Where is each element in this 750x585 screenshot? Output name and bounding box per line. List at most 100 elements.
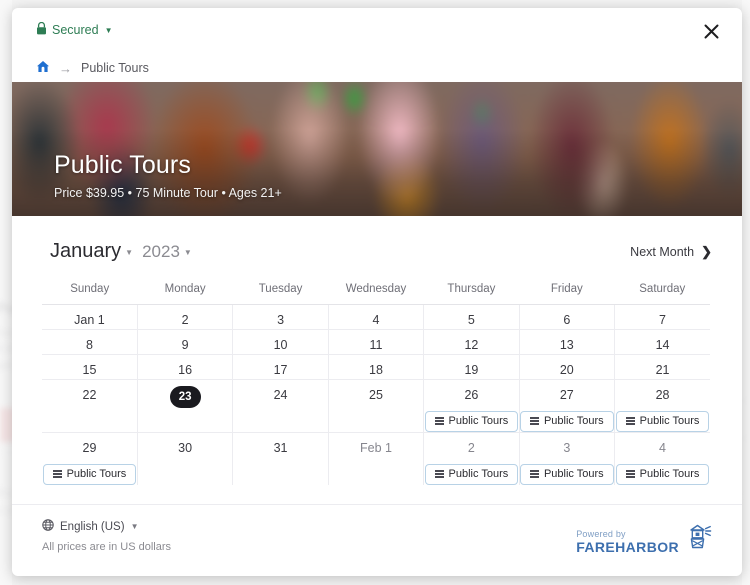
calendar-day-cell[interactable]: 22 [42, 379, 138, 433]
breadcrumb: → Public Tours [36, 60, 149, 76]
calendar-day-cell[interactable]: 23 [137, 379, 234, 433]
calendar-day-cell[interactable]: 25 [328, 379, 425, 433]
breadcrumb-separator: → [59, 60, 72, 76]
calendar-day-cell[interactable]: 14 [614, 329, 710, 355]
weekday-header: Sunday [42, 277, 138, 305]
modal-topbar: Secured ▼ [12, 8, 742, 54]
chevron-down-icon: ▼ [130, 522, 139, 531]
calendar-day-number: 12 [464, 338, 479, 352]
calendar-day-number: 19 [464, 363, 479, 377]
powered-by-fareharbor[interactable]: Powered by FAREHARBOR [576, 523, 712, 555]
weekday-header: Friday [519, 277, 615, 305]
calendar-week-row: 15 16 17 18 19 20 21 [42, 354, 710, 380]
calendar-day-cell[interactable]: 17 [232, 354, 329, 380]
close-button[interactable] [698, 18, 724, 44]
calendar-day-cell[interactable]: 5 [423, 304, 520, 330]
calendar-day-cell[interactable]: 3 Public Tours [519, 432, 616, 485]
calendar-day-cell[interactable]: 30 [137, 432, 234, 485]
calendar-day-number: 20 [559, 363, 574, 377]
calendar-day-cell[interactable]: 16 [137, 354, 234, 380]
modal-footer: English (US) ▼ All prices are in US doll… [12, 504, 742, 576]
calendar-grid: Sunday Monday Tuesday Wednesday Thursday Frid… [42, 277, 710, 485]
secured-label: Secured [52, 23, 99, 37]
calendar-day-cell[interactable]: 20 [519, 354, 616, 380]
list-lines-icon [529, 470, 539, 478]
calendar-day-cell[interactable]: 6 [519, 304, 616, 330]
calendar-day-number: 2 [181, 313, 189, 327]
month-year-selectors: January ▼ 2023 ▼ [50, 240, 192, 263]
availability-slot-button[interactable]: Public Tours [519, 411, 614, 432]
booking-modal: Secured ▼ → Public Tours Public Tours Pr… [12, 8, 742, 576]
month-picker[interactable]: January ▼ [50, 240, 133, 263]
calendar-day-number: 4 [659, 441, 666, 455]
calendar-day-cell[interactable]: 24 [232, 379, 329, 433]
weekday-header: Saturday [614, 277, 710, 305]
calendar-day-number: 10 [273, 338, 288, 352]
availability-slot-button[interactable]: Public Tours [424, 411, 519, 432]
calendar-day-number: 24 [273, 388, 288, 402]
calendar-day-cell[interactable]: 26 Public Tours [423, 379, 520, 433]
calendar-day-number: 2 [467, 441, 475, 455]
calendar-day-number: 3 [563, 441, 571, 455]
calendar-day-cell[interactable]: 9 [137, 329, 234, 355]
calendar-day-cell[interactable]: 11 [328, 329, 425, 355]
calendar-day-number: 30 [178, 441, 193, 455]
calendar-day-cell[interactable]: 29 Public Tours [42, 432, 138, 485]
calendar-day-cell[interactable]: 12 [423, 329, 520, 355]
secured-indicator[interactable]: Secured ▼ [36, 21, 113, 38]
breadcrumb-current[interactable]: Public Tours [81, 61, 149, 75]
calendar-day-cell[interactable]: 2 Public Tours [423, 432, 520, 485]
calendar-day-number: 5 [467, 313, 475, 327]
calendar: January ▼ 2023 ▼ Next Month ❯ Sunday Mond… [12, 216, 742, 485]
calendar-day-number: 15 [82, 363, 97, 377]
next-month-button[interactable]: Next Month ❯ [630, 244, 712, 260]
availability-slot-button[interactable]: Public Tours [615, 464, 710, 485]
calendar-day-cell[interactable]: 28 Public Tours [614, 379, 710, 433]
calendar-day-number: 9 [181, 338, 189, 352]
language-selector[interactable]: English (US) ▼ [42, 519, 138, 534]
globe-icon [42, 519, 54, 534]
list-lines-icon [434, 417, 444, 425]
calendar-day-cell[interactable]: 19 [423, 354, 520, 380]
home-icon[interactable] [36, 60, 50, 76]
calendar-day-cell[interactable]: 3 [232, 304, 329, 330]
chevron-down-icon: ▼ [125, 248, 134, 257]
calendar-day-cell[interactable]: 15 [42, 354, 138, 380]
calendar-week-row: Jan 1 2 3 4 5 6 7 [42, 304, 710, 330]
calendar-day-cell[interactable]: Jan 1 [42, 304, 138, 330]
calendar-day-cell[interactable]: 21 [614, 354, 710, 380]
fareharbor-wordmark: FAREHARBOR [576, 539, 679, 555]
close-icon [704, 24, 718, 38]
calendar-day-cell[interactable]: 18 [328, 354, 425, 380]
currency-note: All prices are in US dollars [42, 541, 171, 553]
weekday-header: Monday [137, 277, 233, 305]
chevron-down-icon: ▼ [104, 25, 113, 35]
backdrop-left-wash [0, 0, 12, 585]
month-label: January [50, 240, 122, 262]
powered-by-label: Powered by [576, 529, 626, 539]
availability-slot-button[interactable]: Public Tours [519, 464, 614, 485]
calendar-day-cell[interactable]: 7 [614, 304, 710, 330]
calendar-day-cell[interactable]: 4 Public Tours [614, 432, 710, 485]
list-lines-icon [625, 470, 635, 478]
year-label: 2023 [142, 242, 180, 261]
availability-slot-button[interactable]: Public Tours [42, 464, 137, 485]
next-month-label: Next Month [630, 244, 695, 259]
year-picker[interactable]: 2023 ▼ [142, 242, 192, 262]
availability-slot-button[interactable]: Public Tours [615, 411, 710, 432]
calendar-day-cell[interactable]: 10 [232, 329, 329, 355]
calendar-day-cell[interactable]: 13 [519, 329, 616, 355]
availability-slot-button[interactable]: Public Tours [424, 464, 519, 485]
calendar-day-cell[interactable]: 8 [42, 329, 138, 355]
calendar-day-number: 3 [277, 313, 285, 327]
calendar-day-cell[interactable]: 4 [328, 304, 425, 330]
calendar-day-cell[interactable]: 27 Public Tours [519, 379, 616, 433]
calendar-day-number: 17 [273, 363, 288, 377]
list-lines-icon [52, 470, 62, 478]
calendar-day-number: 11 [369, 338, 383, 352]
availability-slot-label: Public Tours [448, 468, 509, 480]
calendar-day-number: 21 [655, 363, 670, 377]
calendar-day-cell[interactable]: 2 [137, 304, 234, 330]
calendar-day-cell[interactable]: 31 [232, 432, 329, 485]
calendar-day-cell[interactable]: Feb 1 [328, 432, 425, 485]
